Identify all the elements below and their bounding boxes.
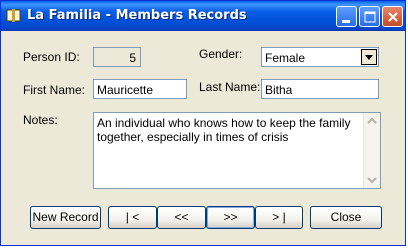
new-record-button[interactable]: New Record [30, 206, 101, 229]
notes-textarea[interactable]: An individual who knows how to keep the … [93, 112, 381, 189]
window-title: La Familia - Members Records [27, 8, 247, 23]
person-id-field: 5 [93, 47, 141, 67]
chevron-down-icon [367, 177, 377, 184]
scroll-up-button[interactable] [364, 113, 380, 129]
last-name-field[interactable]: Bitha [261, 79, 379, 99]
app-window: La Familia - Members Records Person ID: … [0, 0, 406, 246]
title-bar[interactable]: La Familia - Members Records [1, 1, 405, 31]
last-name-label: Last Name: [199, 80, 261, 94]
minimize-button[interactable] [336, 6, 357, 27]
first-name-field[interactable]: Mauricette [93, 79, 187, 99]
chevron-down-icon[interactable] [361, 49, 377, 65]
next-record-button[interactable]: >> [206, 206, 255, 229]
notes-label: Notes: [23, 113, 58, 127]
maximize-icon [364, 11, 376, 23]
gender-select[interactable]: Female [261, 47, 379, 67]
minimize-icon [342, 20, 350, 23]
notes-scrollbar[interactable] [363, 113, 380, 188]
maximize-button[interactable] [359, 6, 380, 27]
chevron-up-icon [367, 117, 377, 124]
first-record-button[interactable]: | < [108, 206, 157, 229]
close-icon [388, 12, 398, 22]
first-name-label: First Name: [23, 83, 86, 97]
close-window-button[interactable] [382, 6, 403, 27]
gender-label: Gender: [199, 47, 243, 61]
notes-text: An individual who knows how to keep the … [97, 116, 351, 144]
gender-value: Female [265, 51, 306, 65]
previous-record-button[interactable]: << [157, 206, 206, 229]
person-id-label: Person ID: [23, 50, 80, 64]
scroll-down-button[interactable] [364, 172, 380, 188]
book-icon [6, 8, 22, 24]
last-record-button[interactable]: > | [255, 206, 303, 229]
close-button[interactable]: Close [310, 206, 382, 229]
